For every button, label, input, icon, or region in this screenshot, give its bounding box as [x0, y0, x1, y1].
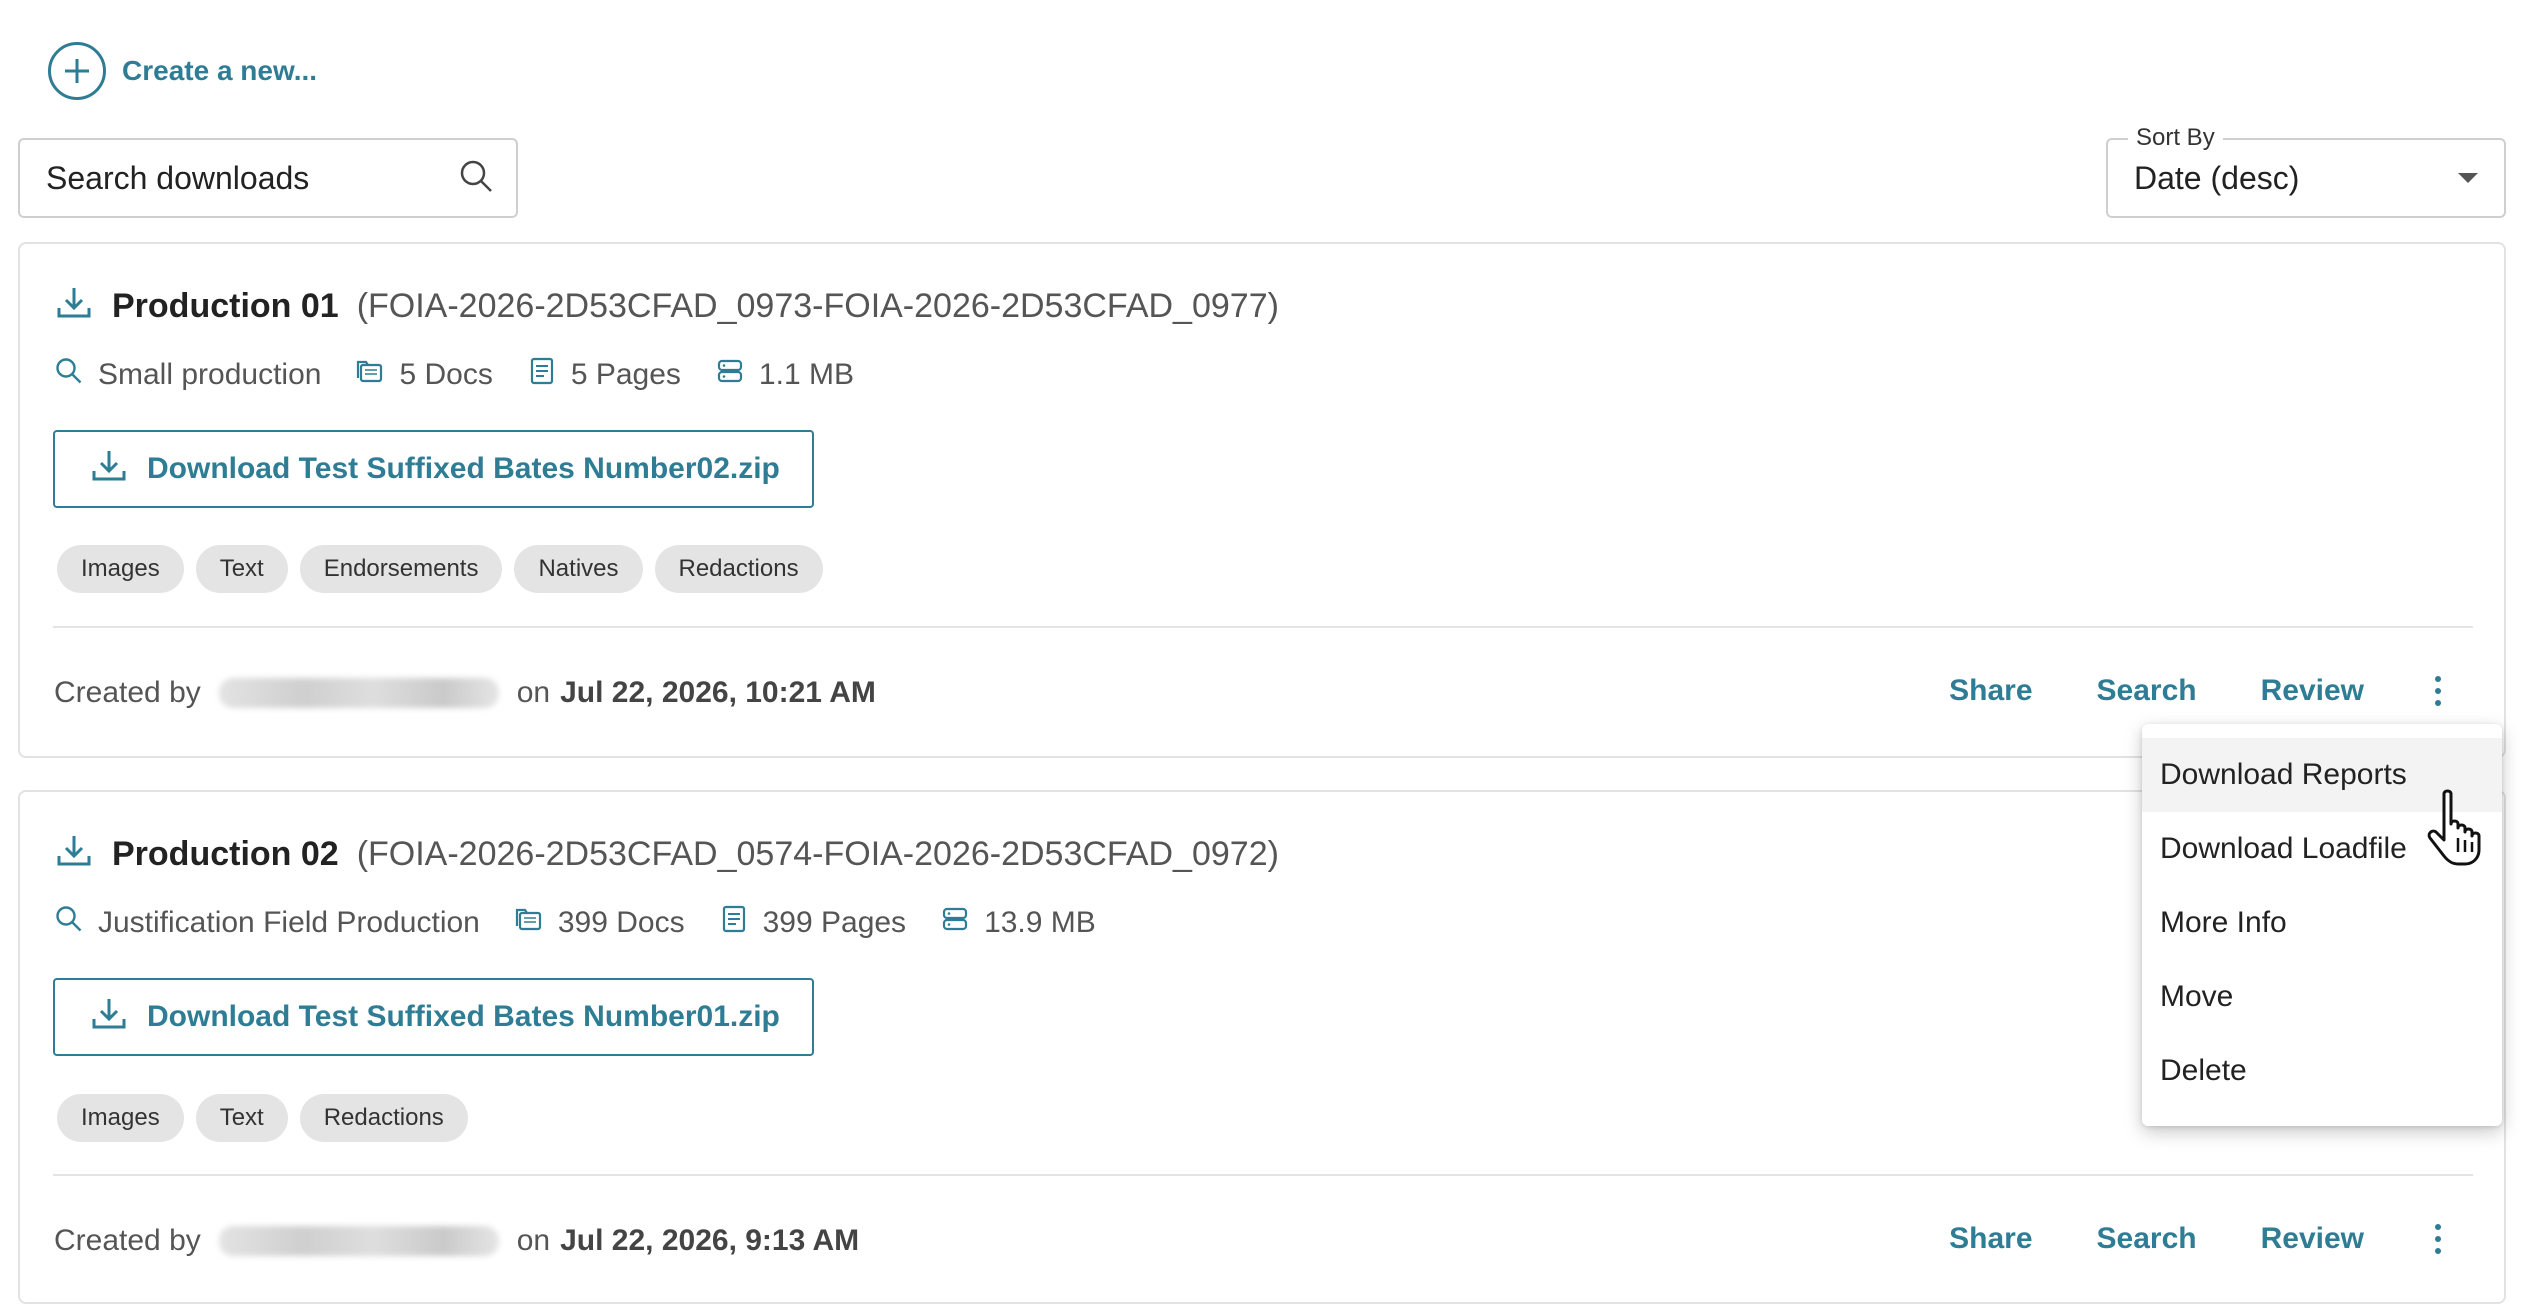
search-button[interactable]: Search: [2097, 674, 2197, 708]
production-description: Justification Field Production: [98, 906, 480, 939]
created-prefix: Created by: [54, 1224, 201, 1257]
download-zip-label: Download Test Suffixed Bates Number02.zi…: [147, 452, 780, 485]
plus-circle-icon: [48, 42, 106, 100]
review-button[interactable]: Review: [2261, 1222, 2364, 1256]
card-divider: [53, 1174, 2473, 1176]
download-icon: [89, 445, 129, 493]
download-zip-label: Download Test Suffixed Bates Number01.zi…: [147, 1000, 780, 1033]
search-icon: [54, 904, 84, 942]
pages-count: 5 Pages: [570, 358, 681, 391]
file-size: 13.9 MB: [984, 906, 1096, 939]
created-date: Jul 22, 2026, 10:21 AM: [560, 676, 876, 709]
created-info: Created by on Jul 22, 2026, 10:21 AM: [54, 676, 876, 710]
created-info: Created by on Jul 22, 2026, 9:13 AM: [54, 1224, 859, 1258]
card-actions: Share Search Review: [1949, 1222, 2448, 1256]
caret-down-icon: [2458, 173, 2478, 183]
download-icon: [54, 282, 94, 331]
menu-item-more-info[interactable]: More Info: [2142, 886, 2502, 960]
pages-count: 399 Pages: [762, 906, 907, 939]
sort-select[interactable]: Sort By Date (desc): [2106, 124, 2506, 218]
production-name: Production 01: [112, 287, 339, 325]
chip-redactions: Redactions: [299, 1094, 468, 1142]
card-actions: Share Search Review: [1949, 674, 2448, 708]
created-on: on: [516, 676, 551, 709]
production-description: Small production: [98, 358, 322, 391]
file-size: 1.1 MB: [758, 358, 854, 391]
menu-item-move[interactable]: Move: [2142, 960, 2502, 1034]
created-prefix: Created by: [54, 676, 201, 709]
docs-count: 5 Docs: [399, 358, 493, 391]
production-meta: Justification Field Production 399 Docs …: [54, 904, 1130, 942]
download-zip-button[interactable]: Download Test Suffixed Bates Number01.zi…: [53, 978, 814, 1056]
chip-endorsements: Endorsements: [299, 545, 503, 593]
chip-images: Images: [57, 1094, 184, 1142]
production-card: Production 01 (FOIA-2026-2D53CFAD_0973-F…: [18, 242, 2506, 758]
production-title: Production 01 (FOIA-2026-2D53CFAD_0973-F…: [54, 282, 1279, 331]
bates-range: (FOIA-2026-2D53CFAD_0973-FOIA-2026-2D53C…: [356, 287, 1279, 325]
bates-range: (FOIA-2026-2D53CFAD_0574-FOIA-2026-2D53C…: [356, 835, 1279, 873]
chip-images: Images: [57, 545, 184, 593]
storage-icon: [715, 356, 745, 394]
chip-redactions: Redactions: [654, 545, 823, 593]
chip-natives: Natives: [514, 545, 643, 593]
redacted-author: [218, 678, 499, 708]
document-icon: [719, 904, 749, 942]
kebab-icon[interactable]: [2428, 1224, 2448, 1254]
redacted-author: [218, 1226, 499, 1256]
search-icon[interactable]: [458, 158, 494, 199]
production-meta: Small production 5 Docs 5 Pages 1.1 MB: [54, 356, 888, 394]
created-on: on: [516, 1224, 551, 1257]
document-icon: [527, 356, 557, 394]
kebab-icon[interactable]: [2428, 676, 2448, 706]
share-button[interactable]: Share: [1949, 1222, 2032, 1256]
search-field[interactable]: [18, 138, 518, 218]
sort-legend: Sort By: [2128, 124, 2223, 152]
created-date: Jul 22, 2026, 9:13 AM: [560, 1224, 860, 1257]
docs-count: 399 Docs: [557, 906, 685, 939]
menu-item-delete[interactable]: Delete: [2142, 1034, 2502, 1108]
sort-value: Date (desc): [2134, 159, 2300, 196]
create-new-button[interactable]: Create a new...: [48, 42, 317, 100]
hand-pointer-icon: [2424, 786, 2494, 871]
search-input[interactable]: [46, 159, 436, 197]
download-icon: [89, 993, 129, 1041]
share-button[interactable]: Share: [1949, 674, 2032, 708]
folders-icon: [514, 904, 544, 942]
search-button[interactable]: Search: [2097, 1222, 2197, 1256]
production-card: Production 02 (FOIA-2026-2D53CFAD_0574-F…: [18, 790, 2506, 1304]
card-divider: [53, 626, 2473, 628]
search-icon: [54, 356, 84, 394]
format-chips: Images Text Redactions: [57, 1094, 468, 1142]
chip-text: Text: [195, 1094, 288, 1142]
download-icon: [54, 830, 94, 879]
create-new-label: Create a new...: [122, 55, 318, 86]
format-chips: Images Text Endorsements Natives Redacti…: [57, 545, 823, 593]
review-button[interactable]: Review: [2261, 674, 2364, 708]
storage-icon: [940, 904, 970, 942]
chip-text: Text: [195, 545, 288, 593]
download-zip-button[interactable]: Download Test Suffixed Bates Number02.zi…: [53, 430, 814, 508]
production-title: Production 02 (FOIA-2026-2D53CFAD_0574-F…: [54, 830, 1279, 879]
more-actions-menu: Download Reports Download Loadfile More …: [2142, 724, 2502, 1126]
folders-icon: [355, 356, 385, 394]
production-name: Production 02: [112, 835, 339, 873]
